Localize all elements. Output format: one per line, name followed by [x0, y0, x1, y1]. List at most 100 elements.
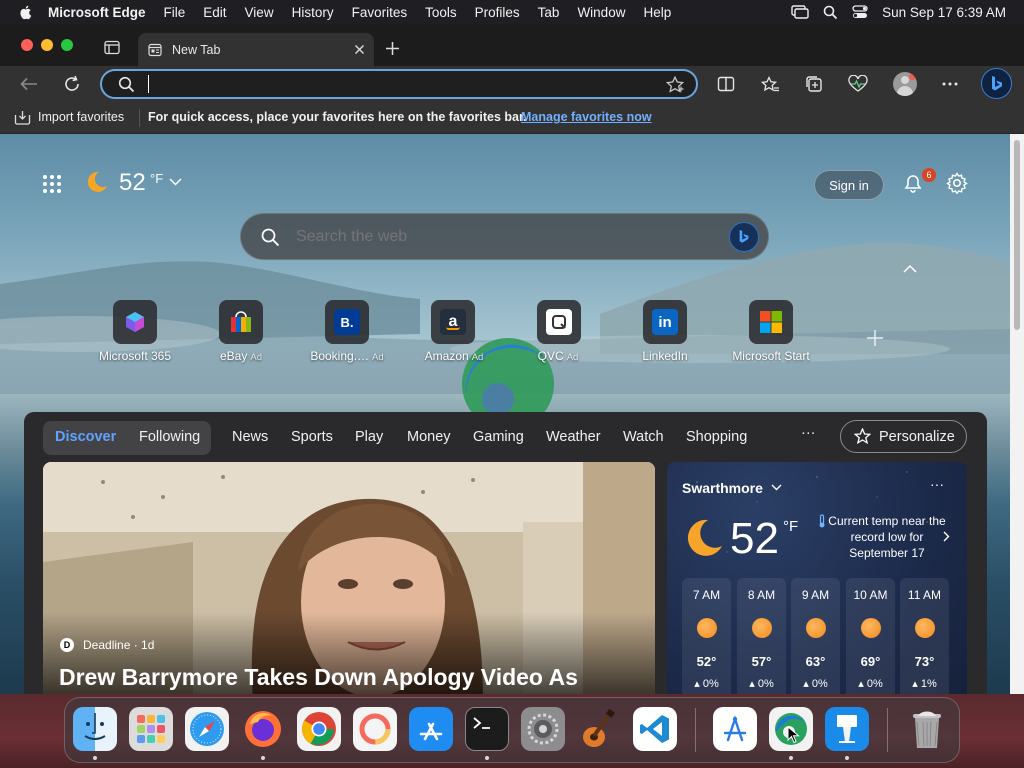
chevron-down-icon[interactable]	[771, 484, 782, 491]
dock-launchpad[interactable]	[129, 707, 173, 751]
screen-mirroring-icon[interactable]	[791, 5, 809, 19]
quick-link-microsoft-start[interactable]	[749, 300, 793, 344]
back-button[interactable]	[18, 73, 40, 95]
hero-article-card[interactable]: D Deadline · 1d Drew Barrymore Takes Dow…	[43, 462, 655, 694]
collections-button[interactable]	[802, 73, 826, 95]
nav-money[interactable]: Money	[407, 429, 451, 445]
import-favorites-link[interactable]: Import favorites	[38, 110, 124, 124]
nav-shopping[interactable]: Shopping	[686, 429, 747, 445]
dock-chrome[interactable]	[297, 707, 341, 751]
hero-article-headline[interactable]: Drew Barrymore Takes Down Apology Video …	[59, 664, 578, 691]
dock-terminal[interactable]	[465, 707, 509, 751]
nav-more-button[interactable]: ···	[801, 425, 816, 441]
ntp-temperature[interactable]: 52	[119, 169, 146, 197]
menu-tab[interactable]: Tab	[538, 5, 560, 20]
nav-gaming[interactable]: Gaming	[473, 429, 524, 445]
address-bar[interactable]	[100, 69, 698, 99]
notification-bell-icon[interactable]	[902, 172, 924, 194]
tab-new-tab[interactable]: New Tab	[138, 33, 374, 66]
dock-keynote[interactable]	[825, 707, 869, 751]
chevron-down-icon[interactable]	[169, 178, 182, 186]
quick-link-ebay[interactable]	[219, 300, 263, 344]
tab-actions-icon[interactable]	[104, 40, 120, 55]
sign-in-button[interactable]: Sign in	[814, 170, 884, 200]
dock-pixelmator[interactable]	[353, 707, 397, 751]
hourly-forecast-7am[interactable]: 7 AM 52° ▴ 0%	[682, 578, 731, 694]
copilot-button[interactable]	[981, 68, 1012, 99]
dock-firefox[interactable]	[241, 707, 285, 751]
app-menu-edge[interactable]: Microsoft Edge	[48, 5, 146, 20]
menu-view[interactable]: View	[245, 5, 274, 20]
nav-watch[interactable]: Watch	[623, 429, 664, 445]
menu-profiles[interactable]: Profiles	[475, 5, 520, 20]
weather-more-button[interactable]: ···	[930, 476, 944, 492]
add-quick-link-plus-icon[interactable]	[866, 329, 884, 347]
dock-system-settings[interactable]	[521, 707, 565, 751]
quick-link-booking[interactable]: B.	[325, 300, 369, 344]
profile-button[interactable]	[891, 70, 919, 98]
manage-favorites-link[interactable]: Manage favorites now	[521, 110, 652, 124]
dock-xcode-instruments[interactable]	[713, 707, 757, 751]
quick-link-qvc[interactable]	[537, 300, 581, 344]
spotlight-search-icon[interactable]	[823, 5, 838, 20]
dock-trash[interactable]	[905, 707, 949, 751]
page-scrollbar[interactable]	[1010, 134, 1024, 694]
settings-and-more-button[interactable]	[938, 73, 962, 95]
dock-safari[interactable]	[185, 707, 229, 751]
hourly-forecast-10am[interactable]: 10 AM 69° ▴ 0%	[846, 578, 895, 694]
dock-garageband[interactable]	[577, 707, 621, 751]
hour-precip: ▴ 0%	[803, 678, 828, 690]
weather-record-note[interactable]: Current temp near the record low for Sep…	[827, 513, 947, 561]
web-search-input[interactable]	[296, 226, 696, 248]
address-input[interactable]	[148, 75, 648, 93]
control-center-icon[interactable]	[852, 5, 868, 19]
quick-link-linkedin[interactable]: in	[643, 300, 687, 344]
menu-help[interactable]: Help	[643, 5, 671, 20]
new-tab-plus-icon[interactable]	[385, 41, 400, 56]
close-tab-icon[interactable]	[354, 44, 365, 55]
favorites-button[interactable]	[758, 73, 782, 95]
menu-favorites[interactable]: Favorites	[352, 5, 408, 20]
scrollbar-thumb[interactable]	[1014, 140, 1020, 330]
chevron-up-icon[interactable]	[903, 264, 917, 273]
menu-file[interactable]: File	[164, 5, 186, 20]
menu-tools[interactable]: Tools	[425, 5, 457, 20]
weather-card[interactable]: Swarthmore ··· 52 °F Current temp near t…	[667, 462, 967, 694]
nav-play[interactable]: Play	[355, 429, 383, 445]
chevron-right-icon[interactable]	[943, 531, 950, 542]
add-favorite-star-icon[interactable]	[666, 76, 684, 93]
tab-following[interactable]: Following	[139, 429, 200, 445]
browser-essentials-button[interactable]	[846, 73, 870, 95]
menu-edit[interactable]: Edit	[203, 5, 226, 20]
window-zoom-button[interactable]	[61, 39, 73, 51]
weather-location[interactable]: Swarthmore	[682, 480, 763, 496]
apple-icon[interactable]	[18, 4, 34, 20]
web-search-box[interactable]	[240, 213, 769, 260]
tab-discover[interactable]: Discover	[55, 429, 116, 445]
hourly-forecast-8am[interactable]: 8 AM 57° ▴ 0%	[737, 578, 786, 694]
personalize-button[interactable]: Personalize	[840, 420, 967, 453]
window-close-button[interactable]	[21, 39, 33, 51]
hourly-forecast-11am[interactable]: 11 AM 73° ▴ 1%	[900, 578, 949, 694]
page-settings-gear-icon[interactable]	[946, 172, 968, 194]
copilot-search-button[interactable]	[729, 222, 759, 252]
quick-link-amazon[interactable]: a	[431, 300, 475, 344]
hourly-forecast-9am[interactable]: 9 AM 63° ▴ 0%	[791, 578, 840, 694]
apps-launcher-grid-icon[interactable]	[42, 174, 62, 194]
crescent-moon-icon[interactable]	[85, 170, 109, 194]
quick-link-microsoft-365[interactable]	[113, 300, 157, 344]
menu-bar-clock[interactable]: Sun Sep 17 6:39 AM	[882, 5, 1006, 20]
window-minimize-button[interactable]	[41, 39, 53, 51]
dock-app-store[interactable]	[409, 707, 453, 751]
import-favorites-icon[interactable]	[14, 110, 31, 125]
dock-finder[interactable]	[73, 707, 117, 751]
split-screen-button[interactable]	[714, 73, 738, 95]
nav-sports[interactable]: Sports	[291, 429, 333, 445]
nav-weather[interactable]: Weather	[546, 429, 601, 445]
dock-vs-code[interactable]	[633, 707, 677, 751]
menu-history[interactable]: History	[292, 5, 334, 20]
nav-news[interactable]: News	[232, 429, 268, 445]
refresh-button[interactable]	[61, 73, 83, 95]
hour-temp: 73°	[914, 654, 935, 669]
menu-window[interactable]: Window	[577, 5, 625, 20]
